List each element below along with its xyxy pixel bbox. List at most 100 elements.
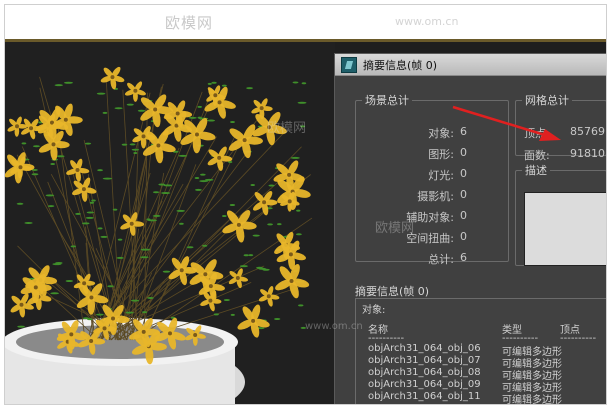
scene-totals-group: 场景总计 对象: 6 图形: 0 灯光: 0 摄影机: 0 辅助对象: 0 空间… [355,92,510,266]
leaf [194,177,200,180]
leaf [230,313,235,316]
mesh-row-label: 面数: [524,149,550,162]
leaf [248,254,254,257]
leaf [186,246,194,249]
leaf [102,111,108,114]
leaf [147,296,154,299]
flower-center [179,268,184,273]
flower-center [208,284,213,289]
flower-center [259,106,264,111]
description-group: 描述 [515,162,606,266]
leaf [152,214,161,217]
leaf [274,317,281,320]
leaf [268,184,275,187]
description-textbox[interactable] [524,192,606,266]
leaf [56,155,65,158]
dialog-titlebar[interactable]: 摘要信息(帧 0) [335,54,606,76]
dialog-body: 场景总计 对象: 6 图形: 0 灯光: 0 摄影机: 0 辅助对象: 0 空间… [335,76,606,404]
leaf [100,235,108,238]
leaf [102,177,113,180]
leaf [24,221,33,224]
leaf [222,215,227,218]
leaf [81,222,90,225]
table-row: objArch31_064_obj_09 可编辑多边形 [362,379,606,394]
3d-viewport[interactable] [5,42,335,404]
flower-center [242,138,247,143]
watermark-logo: 欧模网 [165,14,214,32]
summary-textbox[interactable]: 对象: 名称 类型 顶点 ---------- ---------- -----… [355,298,606,404]
flower-center [63,117,68,122]
leaf [85,216,94,219]
flower-center [110,75,115,80]
leaf [133,151,138,154]
scene-row-value: 0 [460,167,467,180]
leaf [292,81,299,84]
leaf [213,313,219,316]
mesh-row-value: 85769 [570,125,605,138]
leaf [140,248,151,251]
flower-center [75,168,80,173]
flower [228,124,263,159]
flower-center [141,134,146,139]
flower-center [194,132,199,137]
leaf [63,81,74,84]
watermark-logo: 欧模网 [267,121,307,136]
leaf [91,199,96,202]
leaf [162,270,171,273]
leaf [158,183,166,186]
scene-row-value: 0 [460,146,467,159]
object-name: objArch31_064_obj_11 [368,391,481,402]
flower [237,304,270,338]
flower-center [251,318,256,323]
flower-center [262,200,267,205]
flower-center [289,278,294,283]
flower [10,293,34,318]
flower-center [287,199,292,204]
leaf [47,205,55,208]
leaf [199,180,209,183]
leaf [297,101,307,104]
watermark-url: www.om.cn [395,15,459,28]
leaf [16,202,24,205]
scene-row-value: 0 [460,209,467,222]
leaf [107,285,114,288]
stem [140,149,238,341]
mesh-row-label: 顶点: [524,127,550,140]
flower-center [153,107,158,112]
flower-center [18,165,23,170]
screenshot-frame: 欧模网 www.om.cn 摘要信息(帧 0) 场景总计 对象: 6 图形: 0… [4,4,607,405]
leaf [188,116,197,119]
leaf [178,222,184,225]
table-row: objArch31_064_obj_06 可编辑多边形 [362,343,606,358]
flower-center [81,187,86,192]
table-row: objArch31_064_obj_07 可编辑多边形 [362,355,606,370]
leaf [230,121,235,124]
mesh-totals-group: 网格总计 顶点: 85769 面数: 91810 [515,92,606,162]
leaf [55,261,63,264]
flower-center [288,252,293,257]
flower-center [15,124,20,129]
flower [66,158,90,182]
leaf [243,254,249,257]
leaf [250,184,256,187]
summary-label: 摘要信息(帧 0) [355,285,430,298]
leaf [296,209,301,212]
leaf [290,156,300,159]
flower-center [51,142,56,147]
scene-row-cameras: 摄影机: 0 [356,185,510,205]
flower [100,66,125,90]
scene-row-label: 对象: [428,127,454,140]
flower [21,118,43,140]
leaf [129,143,136,146]
leaf [301,82,307,85]
flower-center [213,93,218,98]
watermark-banner: 欧模网 www.om.cn [5,5,606,39]
leaf [45,194,55,197]
flower-center [217,100,222,105]
scene-row-objects: 对象: 6 [356,122,510,142]
scene-row-value: 0 [460,230,467,243]
leaf [207,119,216,122]
leaf [82,317,90,320]
leaf [207,82,212,85]
flower-center [141,329,146,334]
